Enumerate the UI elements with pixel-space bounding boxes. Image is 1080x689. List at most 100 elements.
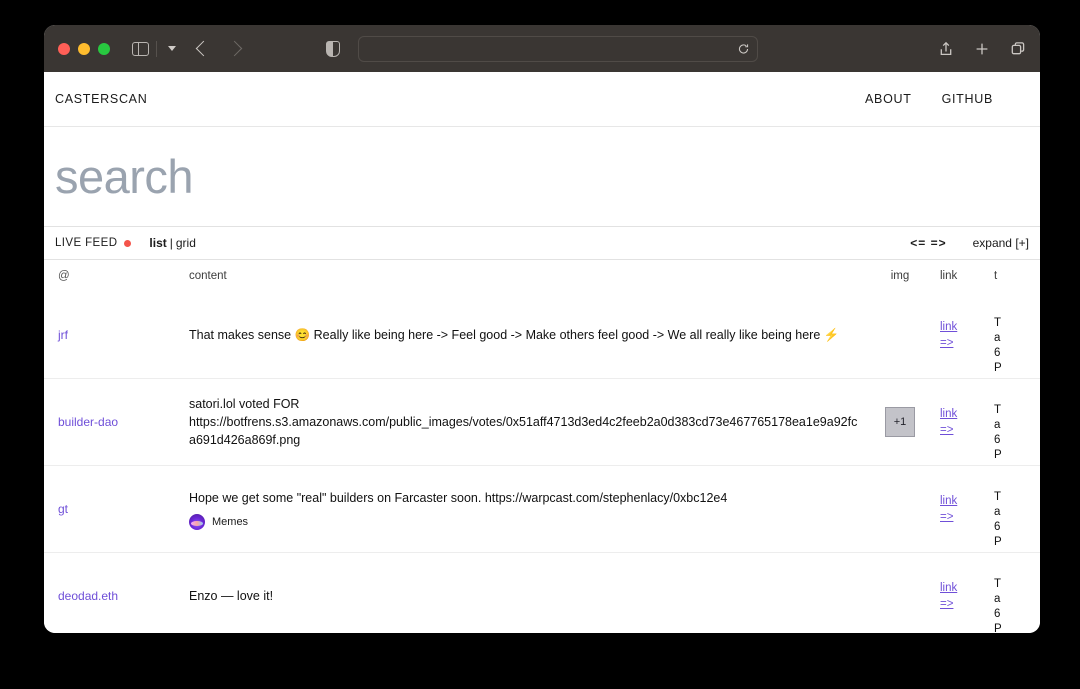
cell-link: link => (932, 553, 994, 633)
user-handle-link[interactable]: jrf (58, 328, 68, 342)
cell-content: That makes sense 😊 Really like being her… (172, 292, 868, 378)
timestamp-line: P (994, 449, 1002, 461)
address-area (44, 35, 1040, 62)
timestamp-line: T (994, 491, 1002, 503)
browser-toolbar (44, 25, 1040, 72)
cast-link[interactable]: link (940, 408, 957, 420)
column-header-img: img (890, 270, 910, 282)
timestamp-line: T (994, 317, 1002, 329)
maximize-window-button[interactable] (98, 42, 110, 55)
cast-text: satori.lol voted FOR https://botfrens.s3… (189, 397, 858, 447)
user-handle-link[interactable]: deodad.eth (58, 589, 118, 603)
cell-img (868, 553, 932, 633)
pager-controls: <= => (910, 236, 946, 250)
nav-link-about[interactable]: ABOUT (865, 92, 912, 106)
back-arrow-icon[interactable] (195, 40, 212, 57)
timestamp-line: a (994, 506, 1001, 518)
window-controls (58, 42, 110, 55)
cell-time: T a 6 P (994, 292, 1040, 378)
live-status-dot (124, 239, 132, 247)
pager-prev-button[interactable]: <= (910, 236, 926, 250)
timestamp-line: P (994, 623, 1002, 633)
feed-table: @ content img link t jrf That makes sens… (44, 260, 1040, 633)
view-mode-separator: | (169, 236, 173, 250)
minimize-window-button[interactable] (78, 42, 90, 55)
timestamp-line: 6 (994, 434, 1001, 446)
hero-search-area (44, 127, 1040, 227)
cell-time: T a 6 P (994, 466, 1040, 552)
table-header-row: @ content img link t (44, 260, 1040, 292)
search-input[interactable] (55, 149, 1029, 204)
chevron-down-icon[interactable] (168, 46, 176, 51)
column-header-link: link (940, 270, 958, 282)
navigation-buttons (195, 40, 243, 57)
column-header-handle: @ (58, 270, 70, 282)
cast-link[interactable]: link (940, 321, 957, 333)
cast-link[interactable]: link (940, 582, 957, 594)
sidebar-icon[interactable] (132, 41, 149, 56)
cast-text: Hope we get some "real" builders on Farc… (189, 490, 728, 505)
view-mode-grid[interactable]: grid (176, 236, 196, 250)
page-content: CASTERSCAN ABOUT GITHUB LIVE FEED list|g… (44, 72, 1040, 633)
close-window-button[interactable] (58, 42, 70, 55)
toolbar-divider (156, 40, 157, 57)
user-handle-link[interactable]: gt (58, 502, 68, 516)
site-header: CASTERSCAN ABOUT GITHUB (44, 72, 1040, 127)
channel-icon (189, 513, 205, 530)
channel-name: Memes (212, 515, 249, 528)
address-bar[interactable] (358, 35, 758, 62)
cell-handle: jrf (44, 292, 172, 378)
cell-handle: deodad.eth (44, 553, 172, 633)
cast-arrow-link[interactable]: => (940, 424, 957, 436)
timestamp-line: T (994, 578, 1002, 590)
browser-window: CASTERSCAN ABOUT GITHUB LIVE FEED list|g… (44, 25, 1040, 633)
cell-content: Enzo — love it! (172, 553, 868, 633)
cast-text: That makes sense 😊 Really like being her… (189, 328, 840, 342)
cell-img (868, 292, 932, 378)
timestamp-line: P (994, 536, 1002, 548)
table-row[interactable]: builder-dao satori.lol voted FOR https:/… (44, 379, 1040, 466)
column-header-time: t (994, 270, 998, 282)
timestamp-line: 6 (994, 521, 1001, 533)
page-title[interactable]: CASTERSCAN (55, 92, 147, 106)
cell-link: link => (932, 292, 994, 378)
nav-link-github[interactable]: GITHUB (942, 92, 993, 106)
channel-badge[interactable]: Memes (189, 513, 727, 530)
tab-overview-icon[interactable] (1010, 41, 1026, 57)
column-header-content: content (189, 270, 227, 282)
table-row[interactable]: jrf That makes sense 😊 Really like being… (44, 292, 1040, 379)
pager-next-button[interactable]: => (931, 236, 947, 250)
toolbar-right-actions (938, 41, 1026, 57)
table-row[interactable]: gt Hope we get some "real" builders on F… (44, 466, 1040, 553)
cast-arrow-link[interactable]: => (940, 337, 957, 349)
cast-arrow-link[interactable]: => (940, 511, 957, 523)
timestamp-line: a (994, 419, 1001, 431)
cell-img: +1 (868, 379, 932, 465)
cast-text: Enzo — love it! (189, 589, 274, 603)
site-nav: ABOUT GITHUB (865, 92, 1029, 106)
cell-link: link => (932, 379, 994, 465)
timestamp-line: 6 (994, 608, 1001, 620)
view-mode-list[interactable]: list (149, 236, 166, 250)
timestamp-line: a (994, 593, 1001, 605)
forward-arrow-icon (226, 40, 243, 57)
timestamp-line: T (994, 404, 1002, 416)
reload-icon[interactable] (737, 42, 750, 55)
user-handle-link[interactable]: builder-dao (58, 415, 118, 429)
expand-button[interactable]: expand [+] (973, 236, 1029, 250)
cast-link[interactable]: link (940, 495, 957, 507)
cast-arrow-link[interactable]: => (940, 598, 957, 610)
cell-handle: gt (44, 466, 172, 552)
live-feed-label: LIVE FEED (55, 237, 118, 249)
feedbar-actions: <= => expand [+] (910, 236, 1029, 250)
cell-link: link => (932, 466, 994, 552)
table-row[interactable]: deodad.eth Enzo — love it! link => T a 6… (44, 553, 1040, 633)
share-icon[interactable] (938, 41, 954, 57)
image-count-badge[interactable]: +1 (885, 407, 915, 437)
timestamp-line: a (994, 332, 1001, 344)
timestamp-line: P (994, 362, 1002, 374)
privacy-shield-icon[interactable] (326, 40, 340, 57)
cell-content: satori.lol voted FOR https://botfrens.s3… (172, 379, 868, 465)
plus-icon[interactable] (974, 41, 990, 57)
cell-img (868, 466, 932, 552)
